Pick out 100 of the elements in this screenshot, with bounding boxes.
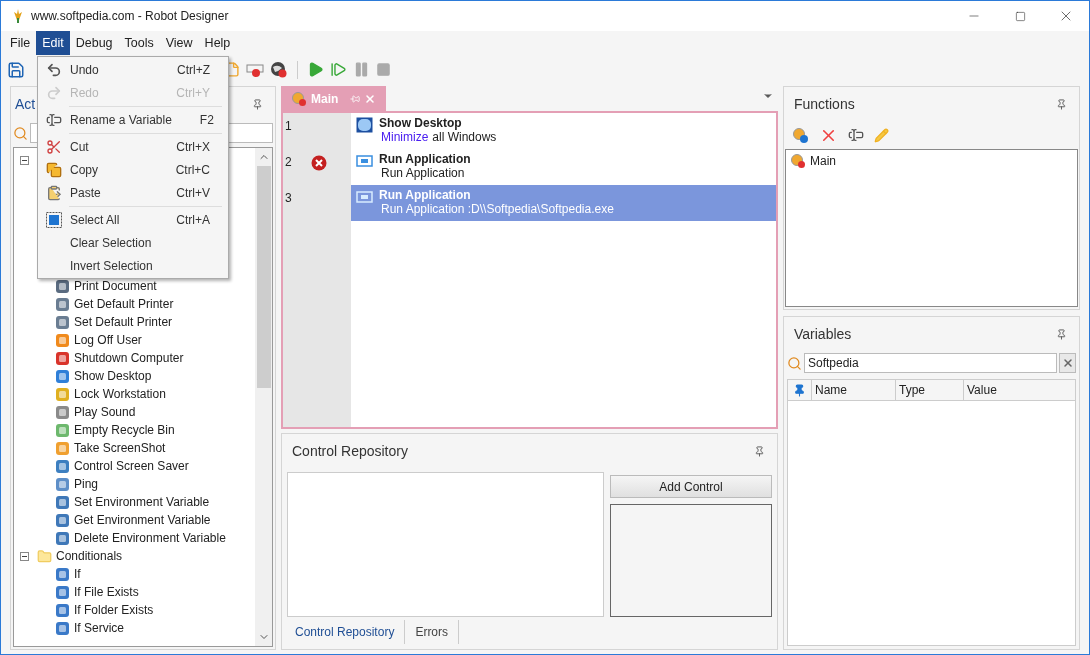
cut-icon [46, 138, 62, 155]
menu-item[interactable]: File [4, 31, 37, 55]
panel-title: Functions [793, 94, 855, 114]
window-icon [356, 189, 373, 205]
tree-item[interactable]: Log Off User [74, 331, 142, 349]
function-icon [291, 90, 307, 107]
tree-item[interactable]: Get Default Printer [74, 295, 174, 313]
line-number: 2 [285, 154, 292, 171]
tree-group-label[interactable]: Conditionals [56, 547, 123, 565]
action-icon [55, 458, 70, 474]
action-icon [55, 476, 70, 492]
menu-entry[interactable]: Select All Ctrl+A [38, 208, 228, 231]
action-icon [55, 602, 70, 618]
function-item[interactable]: Main [810, 152, 836, 170]
record-icon[interactable] [246, 61, 264, 78]
line-number: 1 [285, 118, 292, 135]
script-step[interactable]: Run Application Run Application [351, 149, 776, 185]
tree-item[interactable]: Delete Environment Variable [74, 529, 226, 547]
pin-icon[interactable] [793, 383, 806, 397]
menu-entry[interactable]: Clear Selection [38, 231, 228, 254]
pin-icon[interactable] [1056, 328, 1067, 340]
action-icon [55, 404, 70, 420]
paste-icon [46, 184, 62, 201]
tree-item[interactable]: If [74, 565, 81, 583]
tree-item[interactable]: Set Environment Variable [74, 493, 210, 511]
step-detail: all Windows [432, 130, 497, 144]
step-title: Run Application [379, 152, 471, 166]
tree-item[interactable]: If Folder Exists [74, 601, 154, 619]
tree-item[interactable]: If Service [74, 619, 124, 637]
tree-item[interactable]: Lock Workstation [74, 385, 166, 403]
action-icon [55, 530, 70, 546]
action-icon [55, 386, 70, 402]
action-icon [55, 314, 70, 330]
tree-item[interactable]: Show Desktop [74, 367, 152, 385]
tree-item[interactable]: Print Document [74, 277, 157, 295]
pin-icon[interactable] [754, 445, 765, 457]
menu-entry[interactable]: Copy Ctrl+C [38, 158, 228, 181]
menu-entry[interactable]: Paste Ctrl+V [38, 181, 228, 204]
scrollbar[interactable] [255, 148, 272, 646]
menu-entry[interactable]: Undo Ctrl+Z [38, 58, 228, 81]
tree-item[interactable]: Empty Recycle Bin [74, 421, 175, 439]
step-detail: Run Application :D\\Softpedia\Softpedia.exe [381, 202, 614, 216]
menu-item[interactable]: Edit [36, 31, 70, 55]
copy-icon [46, 161, 62, 178]
pin-icon[interactable] [252, 98, 263, 110]
function-icon [790, 153, 806, 169]
tree-item[interactable]: Control Screen Saver [74, 457, 189, 475]
add-function-icon[interactable] [792, 126, 809, 144]
action-icon [55, 422, 70, 438]
menu-item[interactable]: View [159, 31, 199, 55]
close-tab-icon[interactable] [364, 92, 376, 105]
tree-item[interactable]: Take ScreenShot [74, 439, 166, 457]
panel-tab[interactable]: Control Repository [285, 620, 406, 644]
action-icon [55, 350, 70, 366]
action-icon [55, 620, 70, 636]
step-keyword: Minimize [381, 130, 429, 144]
menu-item[interactable]: Debug [69, 31, 119, 55]
action-icon [55, 566, 70, 582]
clear-button[interactable] [1059, 353, 1076, 373]
tree-item[interactable]: Ping [74, 475, 99, 493]
variable-search-field[interactable]: Softpedia [804, 353, 1057, 373]
step-detail: Run Application [381, 166, 465, 180]
step-icon[interactable] [330, 61, 347, 78]
add-control-button[interactable]: Add Control [610, 475, 772, 498]
panel-tab[interactable]: Errors [405, 620, 460, 644]
panel-title: Variables [793, 324, 852, 344]
stop-icon[interactable] [376, 62, 391, 77]
column-header[interactable]: Value [964, 380, 1075, 400]
tree-item[interactable]: Shutdown Computer [74, 349, 184, 367]
folder-icon [37, 548, 52, 564]
action-icon [55, 440, 70, 456]
collapse-toggle[interactable] [20, 551, 29, 561]
action-icon [55, 368, 70, 384]
tree-item[interactable]: Get Environment Variable [74, 511, 211, 529]
menu-item[interactable]: Tools [118, 31, 160, 55]
pin-icon[interactable] [1056, 98, 1067, 110]
panel-title: Act [15, 94, 36, 114]
tree-item[interactable]: Play Sound [74, 403, 136, 421]
column-header[interactable]: Type [896, 380, 964, 400]
redo-icon [46, 84, 62, 101]
globe-record-icon[interactable] [270, 60, 288, 79]
tree-item[interactable]: Set Default Printer [74, 313, 173, 331]
menu-entry[interactable]: Rename a Variable F2 [38, 108, 228, 131]
undo-icon [46, 61, 62, 78]
window-title: www.softpedia.com - Robot Designer [31, 8, 229, 25]
pause-icon[interactable] [353, 61, 370, 78]
rename-icon[interactable] [848, 127, 864, 143]
line-number: 3 [285, 190, 292, 207]
step-title: Show Desktop [379, 116, 463, 130]
menu-entry[interactable]: Cut Ctrl+X [38, 135, 228, 158]
save-icon[interactable] [7, 60, 25, 79]
script-step[interactable]: Show Desktop Minimize all Windows [351, 113, 776, 149]
menu-entry[interactable]: Invert Selection [38, 254, 228, 277]
run-icon[interactable] [307, 61, 324, 78]
column-header[interactable]: Name [812, 380, 896, 400]
tree-item[interactable]: If File Exists [74, 583, 139, 601]
menu-item[interactable]: Help [198, 31, 237, 55]
collapse-toggle[interactable] [20, 155, 29, 165]
panel-title: Control Repository [291, 441, 408, 461]
app-logo-icon [11, 8, 25, 24]
